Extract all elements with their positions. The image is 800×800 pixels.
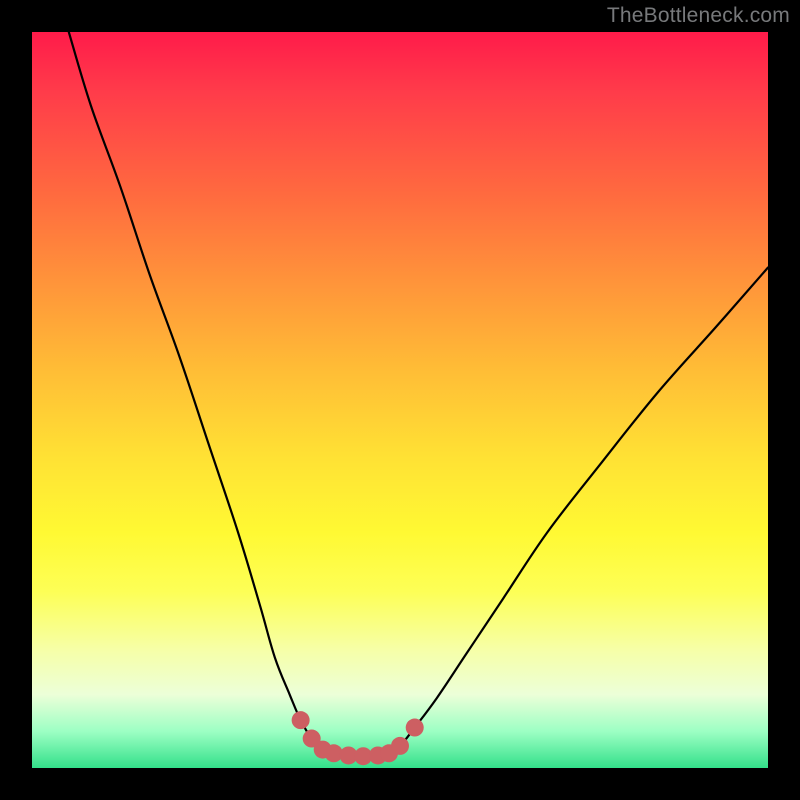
watermark-text: TheBottleneck.com [607, 4, 790, 28]
curve-layer [32, 32, 768, 768]
valley-markers [292, 711, 424, 765]
chart-frame: TheBottleneck.com [0, 0, 800, 800]
valley-marker-dot [406, 719, 424, 737]
bottleneck-curve [69, 32, 768, 756]
plot-area [32, 32, 768, 768]
valley-marker-dot [391, 737, 409, 755]
valley-marker-dot [292, 711, 310, 729]
